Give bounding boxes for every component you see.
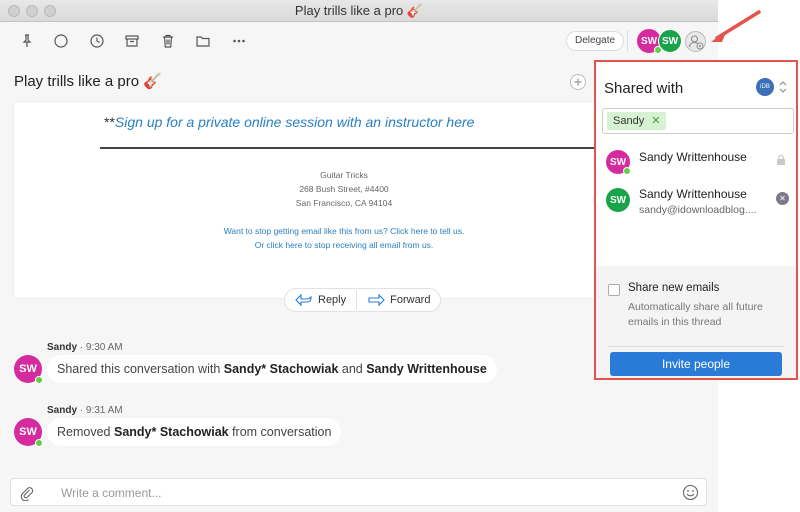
move-to-folder-button[interactable]: [190, 28, 216, 54]
event-author: Sandy: [47, 342, 78, 353]
member-name: Sandy Writtenhouse: [639, 187, 747, 201]
member-avatar: SW: [606, 188, 630, 212]
account-badge: iDB: [756, 78, 774, 96]
pin-button[interactable]: [14, 28, 40, 54]
more-icon: [233, 39, 245, 43]
share-new-emails-checkbox[interactable]: [608, 284, 620, 296]
toolbar: Delegate SW SW: [0, 10, 761, 60]
forward-label: Forward: [390, 294, 431, 306]
comment-bar: [10, 478, 707, 506]
mark-done-button[interactable]: [48, 28, 74, 54]
archive-icon: [125, 35, 139, 47]
close-icon: ✕: [779, 194, 786, 203]
account-selector[interactable]: iDB: [756, 78, 788, 96]
signup-prefix: **: [104, 114, 115, 130]
event-message: Removed Sandy* Stachowiak from conversat…: [47, 418, 342, 446]
avatar: SW: [14, 355, 43, 384]
signup-line: **Sign up for a private online session w…: [104, 114, 474, 130]
event-header: Sandy · 9:31 AM: [47, 405, 123, 416]
annotation-arrow-icon: [711, 10, 761, 42]
avatar-initials: SW: [661, 35, 679, 47]
member-name: Sandy Writtenhouse: [639, 150, 747, 164]
avatar: SW: [14, 418, 43, 447]
online-status-dot: [623, 167, 631, 175]
trash-icon: [163, 34, 173, 48]
recipient-chip[interactable]: Sandy ✕: [607, 112, 667, 130]
event-message: Shared this conversation with Sandy* Sta…: [47, 355, 497, 383]
event-text: Removed: [57, 425, 114, 439]
forward-button[interactable]: Forward: [357, 289, 440, 311]
event-time: · 9:31 AM: [79, 405, 123, 416]
forward-arrow-icon: [368, 293, 385, 307]
window-title: Play trills like a pro 🎸: [294, 3, 424, 18]
event-time: · 9:30 AM: [79, 342, 123, 353]
account-badge-text: iDB: [760, 84, 770, 90]
reply-arrow-icon: [295, 293, 312, 307]
unsubscribe-link[interactable]: Want to stop getting email like this fro…: [164, 226, 524, 236]
share-recipient-field[interactable]: Sandy ✕: [602, 108, 794, 134]
share-new-emails-description: Automatically share all future emails in…: [628, 301, 763, 328]
online-status-dot: [35, 439, 43, 447]
reply-label: Reply: [318, 294, 347, 306]
email-body: **Sign up for a private online session w…: [14, 102, 600, 298]
title-bar: Play trills like a pro 🎸: [0, 0, 718, 22]
add-button[interactable]: [570, 74, 586, 90]
share-options: Share new emails Automatically share all…: [596, 266, 796, 378]
event-text: and: [338, 362, 367, 376]
event-text: Shared this conversation with: [57, 362, 224, 376]
shared-with-panel: Shared with iDB Sandy ✕ SW Sandy Written…: [594, 60, 798, 380]
avatar-initials: SW: [609, 194, 627, 206]
lock-icon: [777, 154, 785, 165]
avatar-initials: SW: [19, 426, 37, 438]
email-divider: [100, 147, 600, 149]
plus-icon: [574, 78, 582, 86]
attachment-icon[interactable]: [19, 485, 35, 501]
share-people-button[interactable]: [685, 31, 706, 52]
delete-button[interactable]: [155, 28, 181, 54]
event-author: Sandy: [47, 405, 78, 416]
avatar-initials: SW: [19, 363, 37, 375]
chip-label: Sandy: [613, 115, 645, 127]
avatar-initials: SW: [640, 35, 658, 47]
reply-button[interactable]: Reply: [285, 289, 356, 311]
emoji-icon[interactable]: [682, 484, 699, 501]
event-person: Sandy Writtenhouse: [366, 362, 487, 376]
snooze-button[interactable]: [84, 28, 110, 54]
comment-input[interactable]: [61, 484, 621, 502]
event-text: from conversation: [228, 425, 332, 439]
clock-icon: [90, 34, 104, 48]
member-email: sandy@idownloadblog....: [639, 204, 757, 216]
more-button[interactable]: [226, 28, 252, 54]
avatar-initials: SW: [609, 156, 627, 168]
event-header: Sandy · 9:30 AM: [47, 342, 123, 353]
panel-divider: [608, 346, 784, 347]
address-line: 268 Bush Street, #4400: [299, 184, 389, 194]
pin-icon: [22, 34, 32, 47]
chip-remove-icon[interactable]: ✕: [651, 115, 660, 127]
reply-forward-bar: Reply Forward: [284, 288, 442, 312]
chevron-updown-icon: [779, 81, 787, 93]
remove-member-button[interactable]: ✕: [776, 192, 789, 205]
unsubscribe-all-link[interactable]: Or click here to stop receiving all emai…: [164, 240, 524, 250]
invite-people-button[interactable]: Invite people: [610, 352, 782, 376]
signup-link[interactable]: Sign up for a private online session wit…: [115, 114, 475, 130]
archive-button[interactable]: [119, 28, 145, 54]
event-person: Sandy* Stachowiak: [113, 425, 229, 439]
delegate-button[interactable]: Delegate: [566, 31, 625, 51]
circle-icon: [54, 34, 68, 48]
event-person: Sandy* Stachowiak: [223, 362, 339, 376]
member-avatar: SW: [606, 150, 631, 175]
panel-title: Shared with: [604, 80, 684, 97]
folder-icon: [196, 36, 210, 47]
email-subject: Play trills like a pro 🎸: [14, 73, 162, 90]
add-person-icon: [688, 35, 704, 50]
address-line: San Francisco, CA 94104: [295, 198, 393, 208]
share-new-emails-label: Share new emails: [628, 282, 720, 294]
address-line: Guitar Tricks: [320, 170, 368, 180]
toolbar-divider: [627, 30, 628, 52]
avatar[interactable]: SW: [658, 29, 682, 53]
online-status-dot: [35, 376, 43, 384]
